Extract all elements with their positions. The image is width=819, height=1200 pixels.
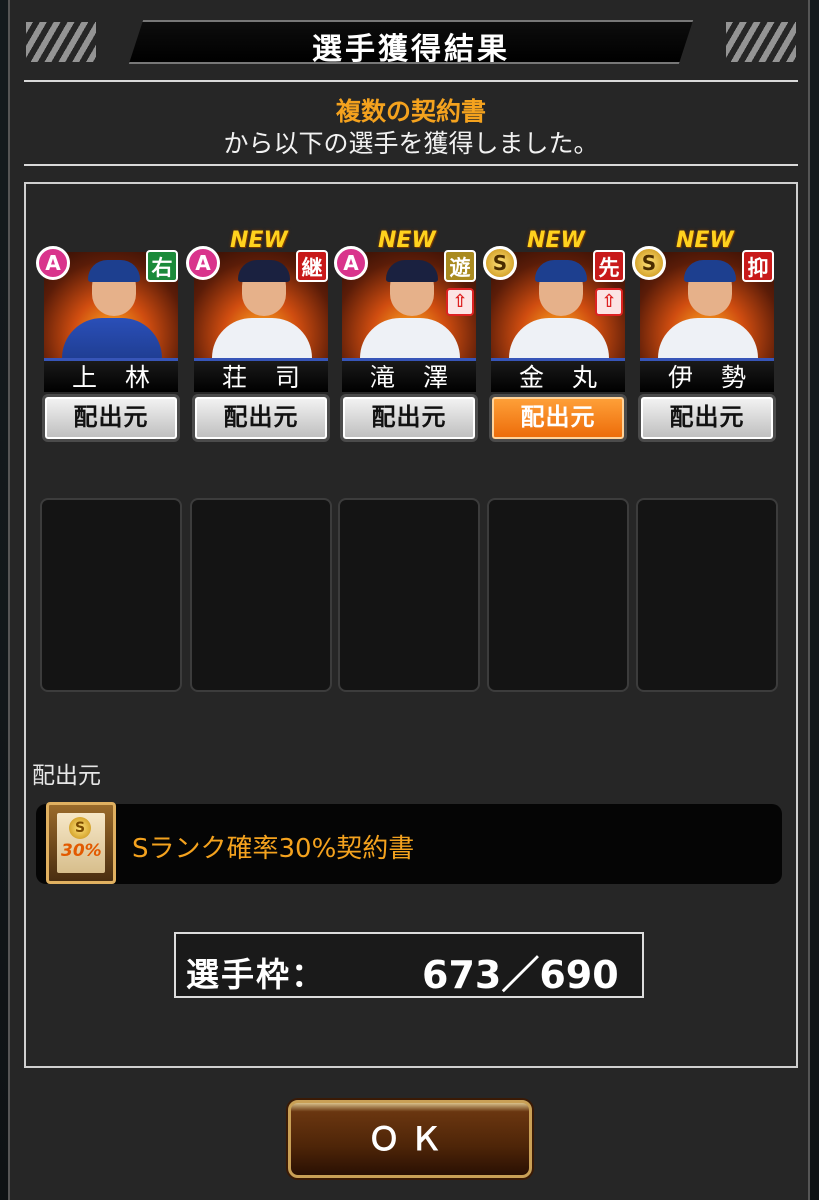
origin-button[interactable]: 配出元 [489, 394, 627, 442]
message-highlight: 複数の契約書 [335, 97, 486, 126]
ok-button[interactable]: ＯＫ [288, 1100, 532, 1178]
ticket-coin-icon: S [69, 817, 91, 839]
position-badge: 遊 [444, 250, 476, 282]
player-name: 荘 司 [222, 363, 310, 392]
player-cap [535, 260, 587, 282]
ok-button-label: ＯＫ [367, 1120, 452, 1158]
title-bar: 選手獲得結果 [26, 18, 796, 67]
upgrade-arrow-icon: ⇧ [446, 288, 474, 316]
position-badge: 右 [146, 250, 178, 282]
position-badge: 先 [593, 250, 625, 282]
rank-badge-icon: A [186, 246, 220, 280]
player-card[interactable]: 荘 司 配出元 A 継 NEW [186, 228, 332, 444]
origin-button[interactable]: 配出元 [340, 394, 478, 442]
contract-name: Sランク確率30%契約書 [132, 834, 415, 864]
source-contract-bar: S 30% Sランク確率30%契約書 [36, 802, 782, 884]
player-name: 金 丸 [519, 363, 607, 392]
capacity-value: 673／690 [422, 953, 619, 997]
upgrade-arrow-icon: ⇧ [595, 288, 623, 316]
new-label: NEW [527, 228, 585, 253]
empty-player-slot [636, 498, 778, 692]
new-label: NEW [378, 228, 436, 253]
rank-badge-icon: A [36, 246, 70, 280]
divider-top [24, 80, 798, 82]
player-name-band: 上 林 [44, 358, 178, 392]
position-badge: 継 [296, 250, 328, 282]
player-cap [684, 260, 736, 282]
divider-bottom [24, 164, 798, 166]
player-name: 上 林 [72, 363, 160, 392]
capacity-label: 選手枠： [186, 955, 326, 994]
rank-badge-icon: S [632, 246, 666, 280]
origin-button[interactable]: 配出元 [192, 394, 330, 442]
player-name-band: 金 丸 [491, 358, 625, 392]
player-card[interactable]: 上 林 配出元 A 右 [36, 246, 182, 444]
ticket-percent-label: 30% [61, 841, 102, 861]
player-name-band: 滝 澤 [342, 358, 476, 392]
player-card[interactable]: 金 丸 配出元 S 先 ⇧ NEW [483, 228, 629, 444]
empty-player-slot [190, 498, 332, 692]
player-cap [238, 260, 290, 282]
origin-button[interactable]: 配出元 [42, 394, 180, 442]
player-name: 伊 勢 [668, 363, 756, 392]
contract-ticket-icon: S 30% [46, 802, 116, 884]
rank-badge-icon: S [483, 246, 517, 280]
empty-player-slot [487, 498, 629, 692]
player-name: 滝 澤 [370, 363, 458, 392]
player-cap [386, 260, 438, 282]
empty-player-slot [40, 498, 182, 692]
player-cap [88, 260, 140, 282]
empty-player-slot [338, 498, 480, 692]
origin-button[interactable]: 配出元 [638, 394, 776, 442]
player-card[interactable]: 伊 勢 配出元 S 抑 NEW [632, 228, 778, 444]
position-badge: 抑 [742, 250, 774, 282]
roster-capacity-box: 選手枠： 673／690 [174, 932, 644, 998]
player-name-band: 伊 勢 [640, 358, 774, 392]
message-text: から以下の選手を獲得しました。 [223, 129, 599, 158]
source-section-label: 配出元 [32, 763, 101, 789]
rank-badge-icon: A [334, 246, 368, 280]
new-label: NEW [676, 228, 734, 253]
player-card[interactable]: 滝 澤 配出元 A 遊 ⇧ NEW [334, 228, 480, 444]
new-label: NEW [230, 228, 288, 253]
dialog-title: 選手獲得結果 [312, 32, 510, 67]
player-name-band: 荘 司 [194, 358, 328, 392]
